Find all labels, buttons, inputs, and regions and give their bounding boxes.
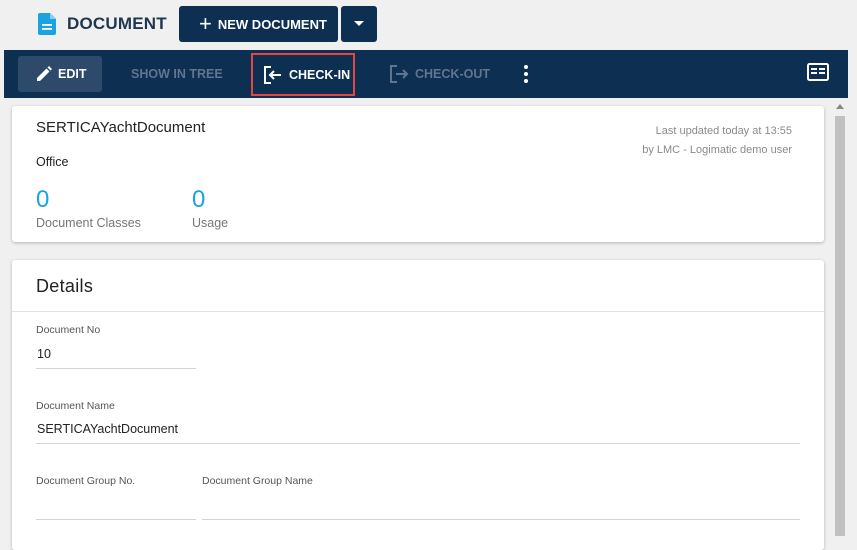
new-document-dropdown-button[interactable] bbox=[341, 6, 377, 42]
document-group-name-label: Document Group Name bbox=[202, 475, 313, 487]
document-type: Office bbox=[36, 155, 69, 169]
new-document-label: NEW DOCUMENT bbox=[217, 16, 327, 32]
document-group-name-underline bbox=[202, 519, 800, 520]
show-in-tree-button[interactable]: SHOW IN TREE bbox=[131, 50, 223, 98]
document-name-label: Document Name bbox=[36, 400, 115, 412]
document-no-underline bbox=[36, 368, 196, 369]
page-title: DOCUMENT bbox=[67, 14, 167, 33]
check-out-button[interactable]: CHECK-OUT bbox=[389, 50, 490, 98]
check-out-label: CHECK-OUT bbox=[415, 67, 490, 81]
last-updated-info: Last updated today at 13:55 by LMC - Log… bbox=[642, 122, 792, 160]
last-updated-text: Last updated today at 13:55 bbox=[655, 125, 792, 137]
document-name-underline bbox=[36, 443, 800, 444]
check-in-label: CHECK-IN bbox=[289, 67, 351, 82]
check-in-button[interactable]: CHECK-IN bbox=[251, 53, 355, 96]
edit-label: EDIT bbox=[58, 67, 87, 81]
panel-icon[interactable] bbox=[807, 63, 829, 81]
document-group-no-underline bbox=[36, 519, 196, 520]
check-in-icon bbox=[264, 65, 281, 84]
scrollbar[interactable] bbox=[832, 98, 849, 536]
details-card: Details Document No 10 Document Name SER… bbox=[12, 260, 824, 550]
document-group-no-label: Document Group No. bbox=[36, 475, 136, 487]
top-bar: DOCUMENT + NEW DOCUMENT bbox=[0, 0, 857, 50]
document-summary-card: SERTICAYachtDocument Office Last updated… bbox=[12, 106, 824, 242]
document-name: SERTICAYachtDocument bbox=[36, 119, 206, 136]
divider bbox=[12, 311, 824, 312]
document-classes-count[interactable]: 0 bbox=[36, 186, 49, 214]
usage-count[interactable]: 0 bbox=[192, 186, 205, 214]
document-name-field[interactable]: SERTICAYachtDocument bbox=[37, 422, 178, 436]
new-document-button[interactable]: + NEW DOCUMENT bbox=[179, 6, 338, 42]
document-no-label: Document No bbox=[36, 324, 101, 336]
edit-button[interactable]: EDIT bbox=[18, 56, 102, 92]
plus-icon: + bbox=[199, 11, 212, 36]
show-in-tree-label: SHOW IN TREE bbox=[131, 67, 223, 81]
more-vert-icon[interactable] bbox=[524, 65, 528, 83]
pencil-icon bbox=[37, 66, 52, 81]
usage-label: Usage bbox=[192, 216, 229, 230]
updated-by-text: by LMC - Logimatic demo user bbox=[642, 144, 792, 156]
action-toolbar: EDIT SHOW IN TREE CHECK-IN CHECK-OUT bbox=[4, 50, 848, 98]
scroll-up-arrow-icon[interactable] bbox=[836, 104, 844, 109]
document-icon bbox=[38, 13, 56, 35]
details-heading: Details bbox=[36, 276, 94, 296]
document-no-field[interactable]: 10 bbox=[37, 347, 51, 361]
check-out-icon bbox=[390, 65, 409, 83]
scroll-thumb[interactable] bbox=[835, 116, 845, 536]
document-classes-label: Document Classes bbox=[36, 216, 141, 230]
